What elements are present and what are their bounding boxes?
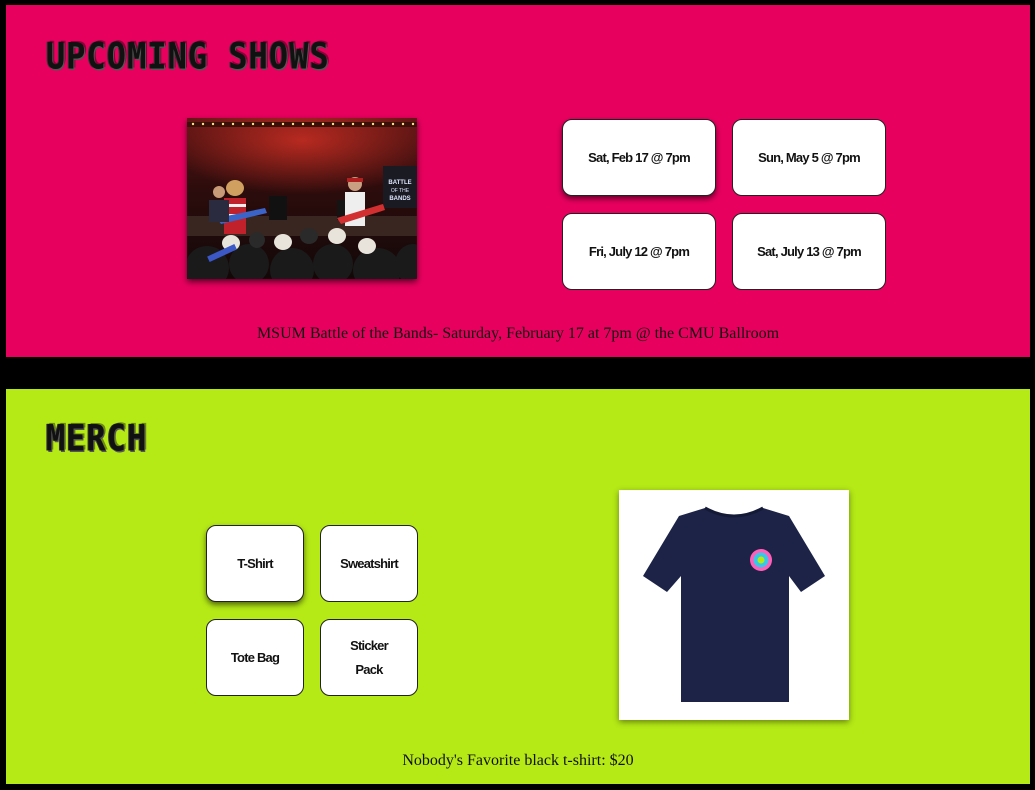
merch-product-image <box>619 490 849 720</box>
svg-text:BANDS: BANDS <box>389 196 410 202</box>
band-stage-image: BATTLE OF THE BANDS <box>187 118 417 279</box>
t-shirt-image <box>643 506 825 702</box>
band-photo: BATTLE OF THE BANDS <box>187 118 417 279</box>
merch-button-sticker-pack[interactable]: Sticker Pack <box>320 619 418 696</box>
merch-button-sweatshirt[interactable]: Sweatshirt <box>320 525 418 602</box>
show-date-button-may-5[interactable]: Sun, May 5 @ 7pm <box>732 119 886 196</box>
show-date-button-feb-17[interactable]: Sat, Feb 17 @ 7pm <box>562 119 716 196</box>
section-title-merch: Merch <box>46 416 148 460</box>
svg-text:BATTLE: BATTLE <box>388 180 411 186</box>
show-date-label: Sat, July 13 @ 7pm <box>757 243 862 259</box>
merch-label: Tote Bag <box>230 649 280 665</box>
merch-button-tote-bag[interactable]: Tote Bag <box>206 619 304 696</box>
merch-label: T-Shirt <box>237 555 273 571</box>
show-date-label: Sat, Feb 17 @ 7pm <box>588 149 690 165</box>
svg-text:OF THE: OF THE <box>391 188 410 194</box>
merch-description: Nobody's Favorite black t-shirt: $20 <box>402 752 634 769</box>
merch-label: Sweatshirt <box>340 555 399 571</box>
show-date-button-july-13[interactable]: Sat, July 13 @ 7pm <box>732 213 886 290</box>
upcoming-shows-section: Upcoming Shows <box>6 5 1030 357</box>
show-description: MSUM Battle of the Bands- Saturday, Febr… <box>256 325 780 342</box>
show-date-label: Fri, July 12 @ 7pm <box>588 243 690 259</box>
merch-section: Merch T-Shirt Sweatshirt Tote Bag Sticke… <box>6 389 1030 784</box>
merch-button-t-shirt[interactable]: T-Shirt <box>206 525 304 602</box>
merch-label: Sticker Pack <box>350 637 389 677</box>
section-title-upcoming-shows: Upcoming Shows <box>46 34 330 78</box>
show-date-button-july-12[interactable]: Fri, July 12 @ 7pm <box>562 213 716 290</box>
show-date-label: Sun, May 5 @ 7pm <box>758 149 861 165</box>
